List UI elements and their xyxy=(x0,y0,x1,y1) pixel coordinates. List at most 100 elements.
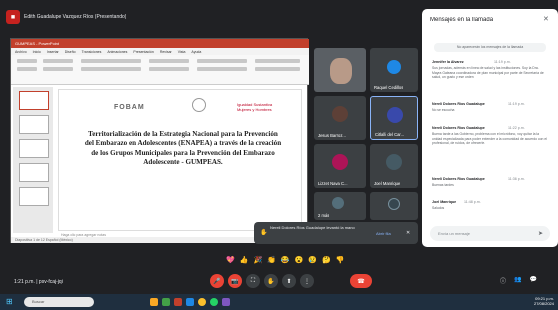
powerpoint-icon[interactable] xyxy=(174,298,182,306)
ppt-tab[interactable]: Animaciones xyxy=(107,50,127,54)
ppt-tab[interactable]: Revisar xyxy=(160,50,172,54)
ribbon-group[interactable] xyxy=(17,59,37,63)
participant-avatar xyxy=(387,60,401,74)
slide-thumbnail[interactable] xyxy=(19,139,49,158)
brand-line: Mujeres y Hombres xyxy=(237,107,272,112)
reaction-emoji[interactable]: 👍 xyxy=(240,256,249,264)
hand-icon: ✋ xyxy=(267,278,275,285)
ribbon-group[interactable] xyxy=(17,67,37,71)
participant-tile[interactable]: Citlalli del Car... xyxy=(370,96,418,140)
reaction-emoji[interactable]: 🤔 xyxy=(322,256,331,264)
app-icon[interactable] xyxy=(162,298,170,306)
ribbon-group[interactable] xyxy=(43,59,73,63)
ribbon-group[interactable] xyxy=(43,67,73,71)
slide-thumbnail[interactable] xyxy=(19,115,49,134)
more-icon: ⋮ xyxy=(304,278,310,285)
ppt-tab[interactable]: Ayuda xyxy=(191,50,201,54)
ppt-tab[interactable]: Vista xyxy=(178,50,186,54)
microphone-icon: 🎤 xyxy=(213,278,221,285)
ribbon-group[interactable] xyxy=(149,59,189,63)
ppt-title-bar: GUMPEAS - PowerPoint xyxy=(11,39,309,48)
participant-name: 2 más xyxy=(318,213,330,218)
reaction-emoji[interactable]: 😂 xyxy=(281,256,290,264)
edge-icon[interactable] xyxy=(186,298,194,306)
raised-hand-notification: ✋ Nereli Dolores Ríos Guadalupe levantó … xyxy=(254,222,418,244)
government-seal-icon xyxy=(192,98,206,112)
ppt-tab[interactable]: Presentación xyxy=(133,50,153,54)
stop-presenting-button[interactable]: ■ xyxy=(6,10,20,24)
reaction-emoji[interactable]: 👎 xyxy=(336,256,345,264)
slide-thumbnail[interactable] xyxy=(19,187,49,206)
ribbon-group[interactable] xyxy=(197,67,247,71)
message-sender: Nereli Dolores Ríos Guadalupe xyxy=(432,102,485,106)
participant-tile[interactable]: Jesus Barroz... xyxy=(314,96,366,140)
participant-tile[interactable]: Lizzet Nava C... xyxy=(314,144,366,188)
ppt-tab[interactable]: Inicio xyxy=(33,50,41,54)
ppt-tab[interactable]: Archivo xyxy=(15,50,27,54)
chrome-icon[interactable] xyxy=(198,298,206,306)
participant-avatar xyxy=(332,154,348,170)
participant-tile[interactable]: Raquel Cedillos xyxy=(370,48,418,92)
presenter-label: Edith Guadalupe Vazquez Ríos (Presentand… xyxy=(24,14,127,20)
participant-avatar xyxy=(332,106,348,122)
taskbar-search[interactable]: Buscar xyxy=(24,297,94,307)
participant-avatar xyxy=(332,197,344,209)
more-options-button[interactable]: ⋮ xyxy=(300,274,314,288)
ribbon-group[interactable] xyxy=(81,59,141,63)
info-icon[interactable]: ⓘ xyxy=(500,276,506,285)
slide-thumbnail[interactable] xyxy=(19,163,49,182)
microphone-button[interactable]: 🎤 xyxy=(210,274,224,288)
close-icon[interactable]: ✕ xyxy=(406,230,410,236)
whatsapp-icon[interactable] xyxy=(210,298,218,306)
ribbon-group[interactable] xyxy=(255,59,300,63)
participant-tile[interactable] xyxy=(314,48,366,92)
ribbon-group[interactable] xyxy=(149,67,189,71)
ppt-ribbon xyxy=(11,55,309,85)
app-icon[interactable] xyxy=(222,298,230,306)
participant-tile[interactable] xyxy=(370,192,418,220)
end-call-button[interactable]: ☎ xyxy=(350,274,372,288)
participant-avatar xyxy=(388,198,400,210)
slide-thumbnails xyxy=(13,87,53,233)
brand-logo: Igualdad Sustantiva Mujeres y Hombres xyxy=(237,102,272,112)
ppt-tab[interactable]: Diseño xyxy=(65,50,76,54)
close-icon[interactable]: ✕ xyxy=(543,15,549,23)
windows-start-icon[interactable]: ⊞ xyxy=(6,297,13,306)
present-icon: ⬆ xyxy=(286,278,292,285)
message-time: 11:36 p.m. xyxy=(508,177,525,181)
presenting-indicator: ■ Edith Guadalupe Vazquez Ríos (Presenta… xyxy=(6,9,196,25)
participant-name: Jesus Barroz... xyxy=(318,133,346,138)
ppt-tab[interactable]: Insertar xyxy=(47,50,59,54)
ppt-tab[interactable]: Transiciones xyxy=(82,50,102,54)
open-queue-button[interactable]: Abrir fila xyxy=(376,231,391,236)
present-button[interactable]: ⬆ xyxy=(282,274,296,288)
chat-icon[interactable]: 💬 xyxy=(530,276,537,285)
reaction-emoji[interactable]: 🎉 xyxy=(253,256,262,264)
reaction-emoji[interactable]: 💖 xyxy=(226,256,235,264)
camera-button[interactable]: 📷 xyxy=(228,274,242,288)
captions-button[interactable]: ⛶ xyxy=(246,274,260,288)
participant-tile[interactable]: 2 más xyxy=(314,192,366,220)
meeting-time-code: 1:21 p.m. | psv-fcaj-jqi xyxy=(14,279,63,285)
reaction-emoji[interactable]: 😢 xyxy=(308,256,317,264)
file-explorer-icon[interactable] xyxy=(150,298,158,306)
participant-name: Citlalli del Car... xyxy=(375,132,405,137)
chat-title: Mensajes en la llamada xyxy=(430,17,494,23)
ribbon-group[interactable] xyxy=(197,59,247,63)
participant-avatar xyxy=(386,154,402,170)
ribbon-group[interactable] xyxy=(81,67,141,71)
send-icon[interactable]: ➤ xyxy=(538,230,543,237)
ribbon-group[interactable] xyxy=(255,67,300,71)
chat-message-input[interactable]: Envía un mensaje xyxy=(430,226,550,241)
slide-title: Territorialización de la Estrategia Naci… xyxy=(84,130,282,166)
reaction-emoji[interactable]: 👏 xyxy=(267,256,276,264)
people-icon[interactable]: 👥 xyxy=(514,276,521,285)
reaction-emoji[interactable]: 😮 xyxy=(295,256,304,264)
message-sender: Nereli Dolores Ríos Guadalupe xyxy=(432,126,485,130)
participant-name: Joel Manrique xyxy=(374,181,401,186)
slide-thumbnail[interactable] xyxy=(19,91,49,110)
participant-tile[interactable]: Joel Manrique xyxy=(370,144,418,188)
reaction-bar: 💖 👍 🎉 👏 😂 😮 😢 🤔 👎 xyxy=(226,256,344,264)
raise-hand-button[interactable]: ✋ xyxy=(264,274,278,288)
chat-panel: Mensajes en la llamada ✕ No aparecerán l… xyxy=(422,9,558,247)
